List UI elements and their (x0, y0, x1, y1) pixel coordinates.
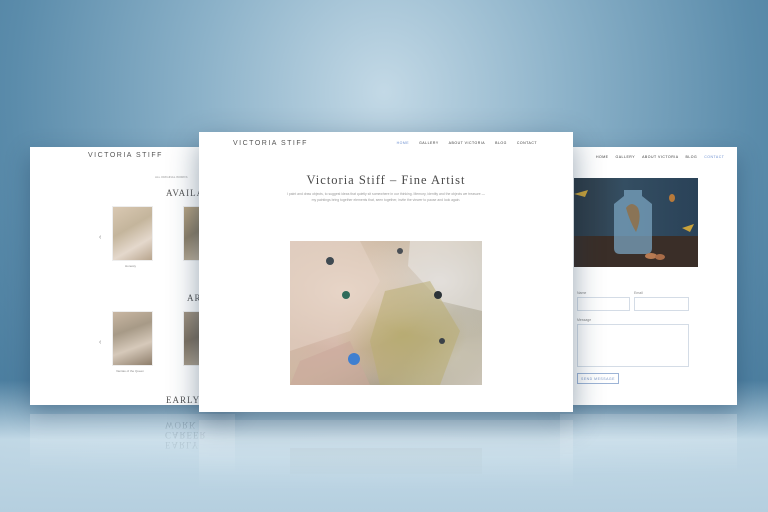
right-page-reflection (560, 414, 737, 474)
prev-arrow-icon[interactable]: ‹ (99, 339, 101, 346)
still-life-photo (574, 178, 698, 267)
message-field[interactable] (577, 324, 689, 367)
artwork-illustration (290, 241, 482, 385)
page-title: Victoria Stiff – Fine Artist (306, 173, 466, 187)
name-label: Name (577, 291, 587, 295)
nav-home[interactable]: HOME (397, 141, 410, 145)
main-nav: HOME GALLERY ABOUT VICTORIA BLOG CONTACT (596, 155, 724, 159)
prev-arrow-icon[interactable]: ‹ (99, 234, 101, 241)
intro-text: I paint and draw objects, to suggest ide… (287, 192, 486, 202)
jar-painting-illustration (574, 190, 698, 267)
main-nav: HOME GALLERY ABOUT VICTORIA BLOG CONTACT (397, 141, 537, 145)
nav-blog[interactable]: BLOG (686, 155, 698, 159)
nav-gallery[interactable]: GALLERY (616, 155, 636, 159)
reflection-artwork (290, 448, 482, 474)
artwork-caption: Vanitas of the Queen (116, 369, 144, 373)
nav-gallery[interactable]: GALLERY (419, 141, 439, 145)
home-page-mockup: VICTORIA STIFF HOME GALLERY ABOUT VICTOR… (199, 132, 573, 412)
nav-about[interactable]: ABOUT VICTORIA (449, 141, 485, 145)
send-message-button[interactable]: SEND MESSAGE (577, 373, 619, 384)
featured-artwork (290, 241, 482, 385)
brand-logo[interactable]: VICTORIA STIFF (88, 152, 163, 159)
artwork-caption: Honesty (125, 264, 137, 268)
nav-about[interactable]: ABOUT VICTORIA (642, 155, 678, 159)
nav-contact[interactable]: CONTACT (704, 155, 724, 159)
name-field[interactable] (577, 297, 630, 311)
gallery-subtitle: ALL ORIGINAL WORKS (155, 175, 188, 179)
nav-home[interactable]: HOME (596, 155, 609, 159)
nav-contact[interactable]: CONTACT (517, 141, 537, 145)
nav-blog[interactable]: BLOG (495, 141, 507, 145)
artwork-thumbnail[interactable] (112, 311, 153, 366)
artwork-thumbnail[interactable] (112, 206, 153, 261)
message-label: Message (577, 318, 592, 322)
center-page-reflection (199, 420, 573, 490)
brand-logo[interactable]: VICTORIA STIFF (233, 140, 308, 147)
contact-page-mockup: HOME GALLERY ABOUT VICTORIA BLOG CONTACT… (560, 147, 737, 405)
email-label: Email (634, 291, 643, 295)
email-field[interactable] (634, 297, 689, 311)
